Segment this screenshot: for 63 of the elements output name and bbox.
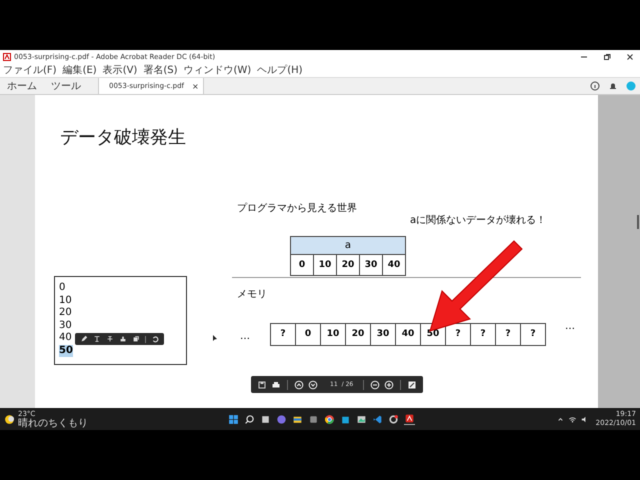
pdf-icon — [3, 53, 11, 61]
memory-cell: 40 — [395, 324, 420, 345]
tab[interactable]: ホーム — [0, 78, 44, 94]
save-icon[interactable] — [257, 380, 267, 390]
bell-icon[interactable] — [608, 81, 618, 91]
previous-page-icon[interactable] — [294, 380, 304, 390]
memory-cell: ? — [495, 324, 520, 345]
mouse-cursor-icon — [213, 335, 217, 341]
stamp-icon[interactable] — [119, 335, 127, 343]
wifi-icon[interactable] — [568, 414, 577, 424]
memory-cell: 10 — [320, 324, 345, 345]
ellipsis: … — [565, 321, 575, 332]
code-editor-icon[interactable] — [372, 414, 384, 424]
weather-text: 晴れのちくもり — [18, 419, 88, 429]
weather-icon[interactable] — [4, 414, 15, 424]
memory-cell: 30 — [370, 324, 395, 345]
table-cell-text: 0 — [298, 259, 306, 272]
ellipsis: … — [240, 331, 250, 342]
text-line[interactable]: 30 — [59, 320, 72, 332]
menu-item[interactable]: 表示(V) — [102, 65, 138, 76]
text-line[interactable]: 0 — [59, 282, 66, 294]
menu-item[interactable]: 署名(S) — [143, 65, 178, 76]
callout-text: aに関係ないデータが壊れる！ — [410, 214, 546, 227]
menu-item[interactable]: ウィンドウ(W) — [184, 65, 252, 76]
print-icon[interactable] — [271, 380, 281, 390]
memory-cell: 0 — [295, 324, 320, 345]
fit-page-icon[interactable] — [407, 380, 418, 390]
text-line[interactable]: 10 — [59, 294, 72, 307]
close-icon[interactable] — [625, 52, 635, 62]
table-cell: 20 — [336, 255, 359, 275]
tab[interactable]: ツール — [44, 78, 88, 94]
scrollbar-thumb[interactable] — [637, 215, 639, 229]
zoom-out-icon[interactable] — [370, 380, 380, 390]
text-line[interactable]: 20 — [59, 307, 72, 320]
pencil-icon[interactable] — [80, 335, 88, 343]
chat-icon[interactable] — [276, 414, 288, 424]
undo-icon[interactable] — [151, 335, 159, 343]
section-label: メモリ — [237, 288, 267, 301]
memory-cell: ? — [520, 324, 545, 345]
text-line[interactable]: 40 — [59, 332, 72, 344]
zoom-in-icon[interactable] — [384, 380, 394, 390]
next-page-icon[interactable] — [308, 380, 318, 390]
table-cell: 40 — [382, 255, 405, 275]
windows-start-icon[interactable] — [228, 414, 240, 424]
table-cell: 10 — [313, 255, 336, 275]
section-label: プログラマから見える世界 — [237, 202, 357, 215]
menu-item[interactable]: 編集(E) — [62, 65, 97, 76]
table-header: a — [291, 237, 405, 255]
pdf-reader-icon[interactable] — [404, 413, 416, 425]
image-app-icon[interactable] — [356, 414, 368, 424]
memory-cell-text: ? — [279, 328, 287, 341]
memory-cell: ? — [470, 324, 495, 345]
menu-item[interactable]: ファイル(F) — [3, 65, 57, 76]
text-cursor-icon[interactable] — [93, 335, 101, 343]
memory-cell: 20 — [345, 324, 370, 345]
slide-title: データ破壊発生 — [60, 126, 186, 149]
search-icon[interactable] — [244, 414, 256, 424]
strikethrough-icon[interactable] — [106, 335, 114, 343]
restore-icon[interactable] — [602, 52, 612, 62]
menu-item[interactable]: ヘルプ(H) — [257, 65, 303, 76]
copy-icon[interactable] — [132, 335, 140, 343]
table-cell: 30 — [359, 255, 382, 275]
browser-icon[interactable] — [324, 414, 336, 424]
